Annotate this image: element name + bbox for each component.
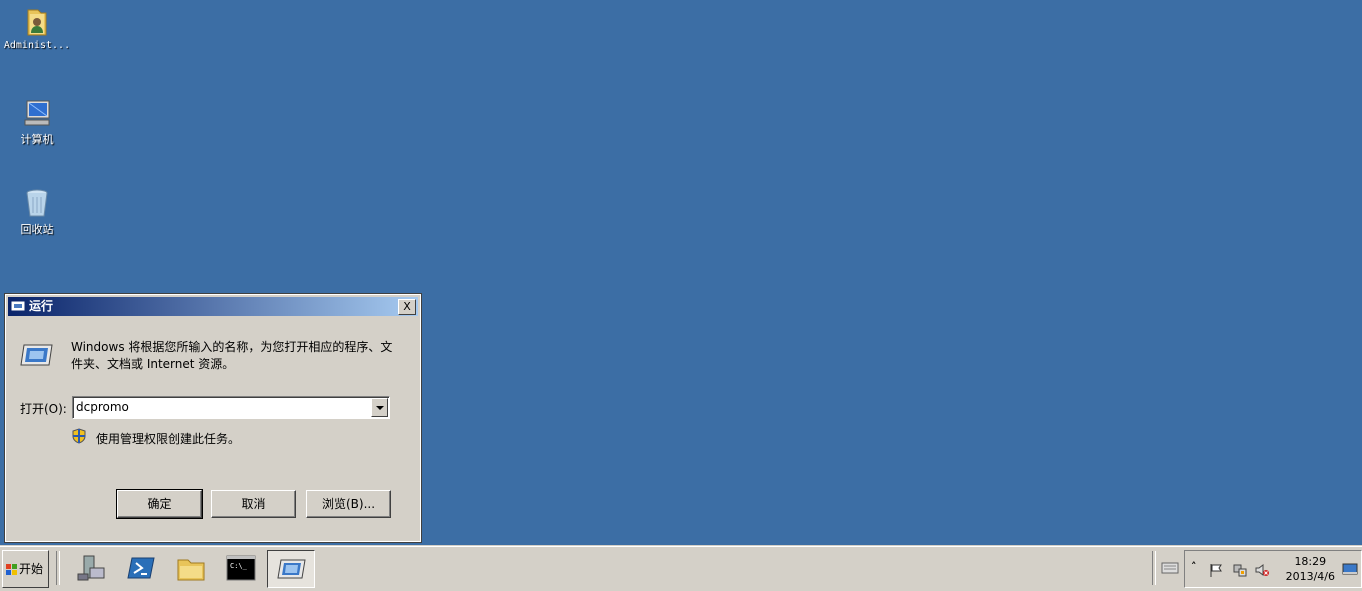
network-icon[interactable] xyxy=(1233,563,1247,577)
admin-note: 使用管理权限创建此任务。 xyxy=(96,432,241,446)
start-button[interactable]: 开始 xyxy=(2,550,49,588)
taskbar-separator xyxy=(1152,551,1156,585)
open-label: 打开(O): xyxy=(20,402,67,416)
clock-time: 18:29 xyxy=(1294,555,1327,568)
cancel-button[interactable]: 取消 xyxy=(211,490,296,518)
keyboard-icon[interactable] xyxy=(1161,560,1179,574)
close-button[interactable]: X xyxy=(398,299,416,315)
run-dialog: 运行 X Windows 将根据您所输入的名称，为您打开相应的程序、文件夹、文档… xyxy=(4,293,422,543)
desktop-icon-label: 回收站 xyxy=(20,223,54,236)
taskbar-separator xyxy=(56,551,60,585)
desktop-icon-label: Administ... xyxy=(3,40,71,51)
run-icon xyxy=(11,301,25,311)
taskbar-powershell[interactable] xyxy=(118,550,164,586)
cmd-text: C:\_ xyxy=(230,562,248,570)
close-icon: X xyxy=(403,300,411,313)
flag-icon[interactable] xyxy=(1209,563,1223,577)
dialog-title: 运行 xyxy=(29,299,54,313)
open-combobox[interactable] xyxy=(72,396,390,419)
start-label: 开始 xyxy=(19,562,44,576)
dialog-titlebar[interactable]: 运行 X xyxy=(8,297,418,316)
uac-shield-icon xyxy=(72,428,86,444)
desktop-icon-administrator[interactable]: Administ... xyxy=(0,6,74,51)
show-desktop-icon[interactable] xyxy=(1342,561,1358,577)
ok-button[interactable]: 确定 xyxy=(116,489,203,519)
computer-icon xyxy=(21,97,53,129)
cmd-icon: C:\_ xyxy=(226,555,256,581)
folder-icon xyxy=(177,559,205,581)
run-program-icon xyxy=(20,344,53,366)
desktop-icon-recycle-bin[interactable]: 回收站 xyxy=(0,187,74,237)
server-manager-icon xyxy=(77,555,105,581)
notification-area: ˄ 18:29 2013/4/6 xyxy=(1184,550,1362,588)
desktop-icon-computer[interactable]: 计算机 xyxy=(0,97,74,147)
taskbar-explorer[interactable] xyxy=(168,550,214,586)
volume-muted-icon[interactable] xyxy=(1255,563,1269,577)
recycle-bin-icon xyxy=(21,187,53,219)
dialog-description: Windows 将根据您所输入的名称，为您打开相应的程序、文件夹、文档或 Int… xyxy=(71,340,393,371)
taskbar-server-manager[interactable] xyxy=(68,550,114,586)
powershell-icon xyxy=(127,557,155,579)
taskbar-run[interactable] xyxy=(267,550,315,588)
run-icon xyxy=(277,559,306,579)
windows-logo-icon xyxy=(6,564,17,575)
clock[interactable]: 18:29 2013/4/6 xyxy=(1286,554,1335,584)
command-input[interactable] xyxy=(76,399,366,415)
chevron-up-icon[interactable]: ˄ xyxy=(1191,560,1197,573)
desktop-icon-label: 计算机 xyxy=(20,133,54,146)
taskbar-cmd[interactable]: C:\_ xyxy=(218,550,264,586)
taskbar: 开始 C:\_ ˄ 18:29 2013/4/6 xyxy=(0,546,1362,591)
chevron-down-icon[interactable] xyxy=(371,398,388,417)
user-folder-icon xyxy=(21,6,53,38)
browse-button[interactable]: 浏览(B)... xyxy=(306,490,391,518)
clock-date: 2013/4/6 xyxy=(1285,570,1335,583)
